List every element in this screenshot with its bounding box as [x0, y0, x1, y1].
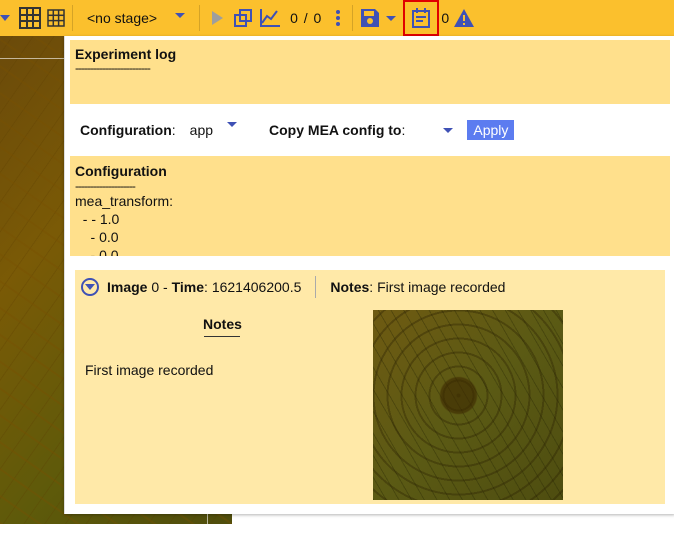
chevron-down-icon — [175, 12, 186, 18]
calendar-log-button[interactable] — [403, 0, 440, 36]
chevron-down-icon — [443, 127, 454, 133]
play-icon[interactable] — [204, 0, 230, 36]
toolbar-divider — [199, 5, 201, 31]
image-index: 0 — [151, 279, 160, 295]
counter-current: 0 — [290, 10, 299, 26]
copy-icon[interactable] — [230, 0, 256, 36]
config-line: - 0.0 — [75, 247, 119, 256]
more-vertical-icon[interactable] — [328, 0, 348, 36]
time-value: 1621406200.5 — [211, 279, 302, 295]
notes-label: Notes — [330, 279, 370, 295]
line-chart-icon[interactable] — [256, 0, 284, 36]
counter-total: 0 — [313, 10, 323, 26]
toolbar-divider — [72, 5, 73, 31]
config-line: - - 1.0 — [75, 211, 120, 227]
image-entry-header: Image 0 - Time: 1621406200.5 Notes: Firs… — [81, 276, 505, 298]
collapse-toggle-button[interactable] — [81, 278, 99, 296]
image-label: Image — [107, 279, 148, 295]
config-select[interactable]: app — [189, 122, 238, 138]
copy-mea-select[interactable] — [429, 127, 454, 133]
config-row: Configuration: app Copy MEA config to: A… — [80, 118, 515, 142]
config-select-value: app — [189, 122, 214, 138]
overlay-line — [0, 58, 64, 59]
image-thumbnail[interactable] — [373, 310, 563, 500]
apply-button[interactable]: Apply — [467, 120, 515, 140]
toolbar: <no stage> 0 / 0 0 — [0, 0, 674, 36]
save-icon[interactable] — [357, 0, 383, 36]
counter-separator: / — [303, 10, 309, 26]
notes-body: First image recorded — [85, 362, 214, 378]
notifications-count: 0 — [441, 10, 450, 26]
image-entry-card: Image 0 - Time: 1621406200.5 Notes: Firs… — [75, 270, 665, 504]
stage-select-value: <no stage> — [87, 10, 158, 26]
config-label: Configuration — [80, 122, 172, 138]
grid-small-icon[interactable] — [44, 0, 68, 36]
experiment-log-divider: ------------------------- — [75, 61, 151, 75]
header-divider — [315, 276, 317, 298]
toolbar-divider — [352, 5, 354, 31]
left-caret-icon[interactable] — [0, 0, 16, 36]
chevron-down-icon — [227, 122, 238, 127]
configuration-box: Configuration -------------------- mea_t… — [70, 156, 670, 256]
time-label: Time — [171, 279, 205, 295]
config-line: mea_transform: — [75, 193, 174, 209]
save-menu-chevron-icon[interactable] — [383, 0, 399, 36]
calendar-icon — [412, 8, 431, 28]
configuration-title: Configuration — [75, 163, 167, 179]
configuration-divider: -------------------- — [75, 179, 136, 193]
stage-counter: 0 / 0 — [284, 10, 328, 26]
notes-heading: Notes — [203, 316, 242, 337]
experiment-log-title: Experiment log — [75, 46, 177, 62]
warning-icon[interactable] — [451, 0, 477, 36]
config-line: - 0.0 — [75, 229, 119, 245]
grid-large-icon[interactable] — [16, 0, 44, 36]
stage-select[interactable]: <no stage> — [77, 0, 195, 36]
experiment-log-panel: Experiment log -------------------------… — [64, 36, 674, 514]
copy-mea-label: Copy MEA config to — [269, 122, 402, 138]
chevron-down-icon — [85, 284, 95, 290]
notes-value: First image recorded — [377, 279, 506, 295]
experiment-log-box: Experiment log ------------------------- — [70, 40, 670, 104]
